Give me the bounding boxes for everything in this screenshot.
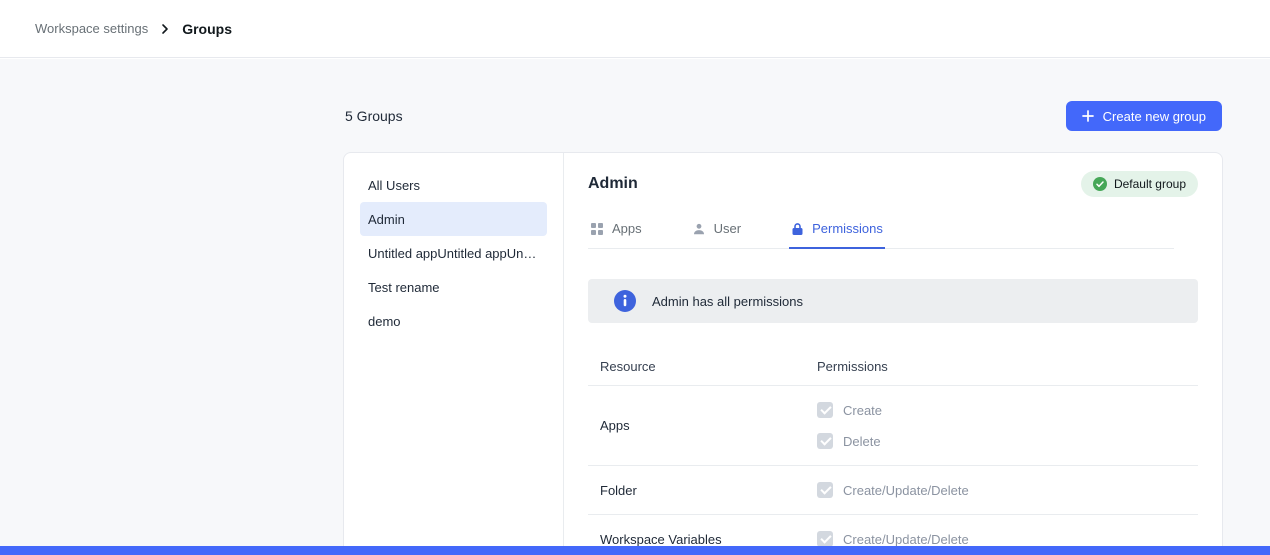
- group-detail-header: Admin Default group: [588, 171, 1198, 197]
- page: Workspace settings Groups 5 Groups Creat…: [0, 0, 1270, 555]
- tab-user-label: User: [714, 221, 741, 236]
- resource-label: Apps: [588, 418, 808, 433]
- groups-count: 5 Groups: [345, 108, 403, 124]
- check-circle-icon: [1093, 177, 1107, 191]
- permission-label: Delete: [843, 434, 881, 449]
- group-item-all-users[interactable]: All Users: [360, 168, 547, 202]
- group-item-label: All Users: [368, 178, 420, 193]
- plus-icon: [1082, 110, 1094, 122]
- permission-option: Delete: [817, 433, 1198, 449]
- group-item-label: demo: [368, 314, 401, 329]
- tab-permissions[interactable]: Permissions: [789, 217, 885, 248]
- group-list: All Users Admin Untitled appUntitled app…: [344, 153, 564, 555]
- breadcrumb-workspace-settings[interactable]: Workspace settings: [35, 21, 148, 36]
- info-icon: [614, 290, 636, 312]
- tab-permissions-label: Permissions: [812, 221, 883, 236]
- groups-card: All Users Admin Untitled appUntitled app…: [343, 152, 1223, 555]
- info-banner: Admin has all permissions: [588, 279, 1198, 323]
- permission-label: Create/Update/Delete: [843, 483, 969, 498]
- group-item-test-rename[interactable]: Test rename: [360, 270, 547, 304]
- permission-option: Create/Update/Delete: [817, 482, 1198, 498]
- group-item-label: Admin: [368, 212, 405, 227]
- user-icon: [692, 222, 706, 236]
- column-header-permissions: Permissions: [808, 359, 1198, 374]
- tab-apps[interactable]: Apps: [588, 217, 644, 248]
- lock-icon: [791, 222, 804, 236]
- table-row-folder: Folder Create/Update/Delete: [588, 466, 1198, 515]
- resource-label: Folder: [588, 483, 808, 498]
- grid-icon: [590, 222, 604, 236]
- permission-label: Create: [843, 403, 882, 418]
- table-header-row: Resource Permissions: [588, 359, 1198, 386]
- tab-apps-label: Apps: [612, 221, 642, 236]
- tabs: Apps User Permissions: [588, 217, 1174, 249]
- permissions-table: Resource Permissions Apps Create: [588, 359, 1198, 555]
- group-item-untitled-app[interactable]: Untitled appUntitled appUntitle…: [360, 236, 547, 270]
- column-header-resource: Resource: [588, 359, 808, 374]
- group-item-label: Untitled appUntitled appUntitle…: [368, 246, 539, 261]
- chevron-right-icon: [159, 23, 171, 35]
- permissions-cell: Create Delete: [808, 402, 1198, 449]
- group-item-label: Test rename: [368, 280, 440, 295]
- group-detail: Admin Default group Apps: [564, 153, 1222, 555]
- breadcrumb: Workspace settings Groups: [35, 21, 232, 37]
- default-group-badge: Default group: [1081, 171, 1198, 197]
- permissions-cell: Create/Update/Delete: [808, 482, 1198, 498]
- resource-label: Workspace Variables: [588, 532, 808, 547]
- breadcrumb-current: Groups: [182, 21, 232, 37]
- content-area: 5 Groups Create new group All Users Admi…: [0, 59, 1270, 555]
- default-group-badge-label: Default group: [1114, 177, 1186, 191]
- create-new-group-button[interactable]: Create new group: [1066, 101, 1222, 131]
- group-item-admin[interactable]: Admin: [360, 202, 547, 236]
- group-item-demo[interactable]: demo: [360, 304, 547, 338]
- group-title: Admin: [588, 175, 638, 193]
- topbar: Workspace settings Groups: [0, 0, 1270, 58]
- checkbox-folder-cud[interactable]: [817, 482, 833, 498]
- permissions-cell: Create/Update/Delete: [808, 531, 1198, 547]
- permission-option: Create: [817, 402, 1198, 418]
- permission-label: Create/Update/Delete: [843, 532, 969, 547]
- table-row-apps: Apps Create Delete: [588, 386, 1198, 466]
- checkbox-apps-create[interactable]: [817, 402, 833, 418]
- permission-option: Create/Update/Delete: [817, 531, 1198, 547]
- checkbox-workspace-variables-cud[interactable]: [817, 531, 833, 547]
- checkbox-apps-delete[interactable]: [817, 433, 833, 449]
- info-banner-text: Admin has all permissions: [652, 294, 803, 309]
- tab-user[interactable]: User: [690, 217, 743, 248]
- bottom-accent-bar: [0, 546, 1270, 555]
- create-new-group-label: Create new group: [1103, 109, 1206, 124]
